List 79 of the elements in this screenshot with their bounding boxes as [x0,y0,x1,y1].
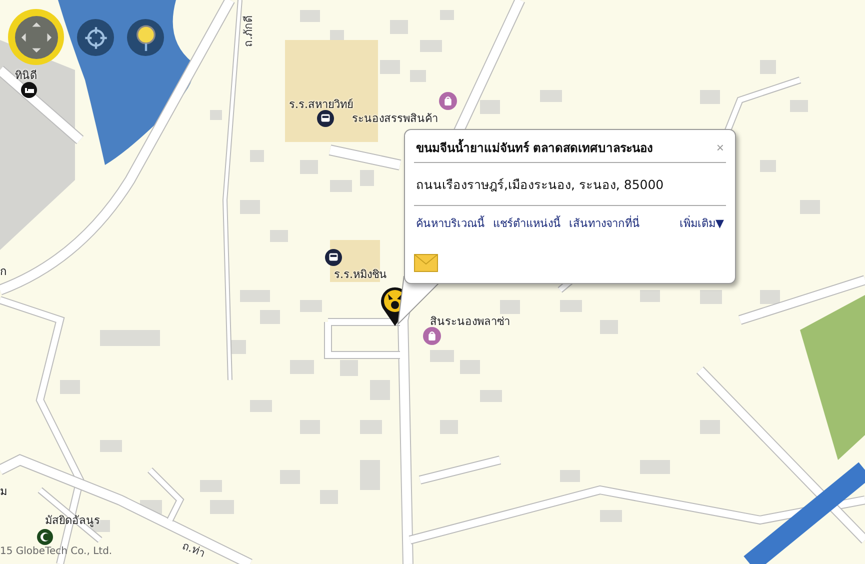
map-label: ระนองสรรพสินค้า [352,111,438,127]
building [240,290,270,302]
building [240,200,260,214]
building [380,60,400,74]
building [500,300,520,314]
building [330,30,344,40]
copyright-text: 15 GlobeTech Co., Ltd. [0,546,112,557]
map-label: ถ.ท่า [179,538,208,562]
building [320,490,338,504]
building [640,290,660,302]
building [640,460,670,474]
map-label: ถ.ภักดี [240,15,256,47]
building [330,180,352,192]
building [460,360,480,374]
building [600,510,622,522]
building [790,100,808,112]
building [560,470,580,482]
building [300,10,320,22]
popup-link[interactable]: แชร์ตำแหน่งนี้ [493,214,561,232]
building [360,170,374,186]
map-label: ร.ร.สหายวิทย์ [289,97,353,113]
popup-link[interactable]: ค้นหาบริเวณนี้ [416,214,485,232]
building [700,90,720,104]
building [100,440,122,452]
building [100,330,160,346]
building [480,390,502,402]
popup-link[interactable]: เพิ่มเติม▼ [680,214,724,232]
building [340,360,358,376]
building [760,290,780,304]
building [760,60,776,74]
popup-link[interactable]: เส้นทางจากที่นี่ [569,214,640,232]
place-title: ขนมจีนน้ำยาแม่จันทร์ ตลาดสดเทศบาลระนอง [416,138,654,157]
building [200,480,222,492]
shopping-bag-icon [439,92,457,110]
building [210,500,234,514]
building [700,290,722,304]
arrows-icon [14,16,58,58]
map-label: มัสยิดอัลนูร [45,513,100,529]
map-label: ร.ร.หมิงชิน [334,267,387,283]
building [480,100,500,114]
bus-icon [325,249,342,266]
building [300,160,318,174]
shopping-bag-icon [423,327,441,345]
building [290,360,314,374]
pan-control[interactable] [8,9,64,65]
bed-icon [21,82,37,98]
building [440,420,458,434]
building [300,300,322,312]
building [420,40,442,52]
building [250,400,272,412]
building [300,420,320,434]
building [560,300,582,312]
map-label: ทินิดี [15,68,37,84]
map-label: สินระนองพลาซ่า [430,314,510,330]
crosshair-icon [82,24,108,50]
building [360,420,382,434]
crescent-icon [37,529,53,545]
building [540,90,562,102]
building [410,70,426,82]
building [600,320,618,334]
building [440,10,454,20]
map-label: ก [0,264,7,280]
pin-icon [134,24,156,50]
building [760,160,776,172]
building [280,470,300,484]
map-label: ม [0,484,7,500]
building [370,380,390,400]
building [210,110,222,120]
building [390,20,408,34]
building [270,230,288,242]
building [250,150,264,162]
building [60,380,80,394]
place-address: ถนนเรืองราษฎร์,เมืองระนอง, ระนอง, 85000 [414,163,726,206]
building [700,420,720,434]
bus-icon [317,110,334,127]
building [800,200,820,214]
building [430,350,454,362]
building [360,460,380,490]
building [260,310,280,324]
